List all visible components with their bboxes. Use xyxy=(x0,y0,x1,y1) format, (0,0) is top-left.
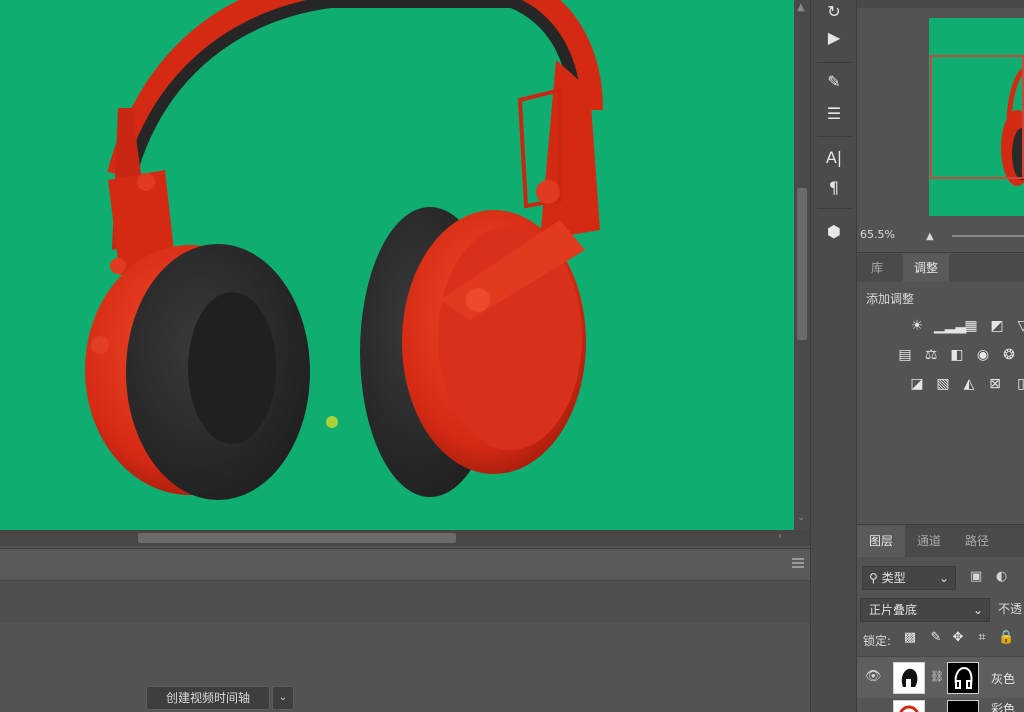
lock-label: 锁定: xyxy=(863,634,892,648)
opacity-label: 不透 xyxy=(998,602,1023,616)
brightness-icon[interactable]: ☀ xyxy=(908,318,926,334)
add-adjustment-label: 添加调整 xyxy=(866,292,915,306)
document-canvas[interactable] xyxy=(0,0,794,530)
character-icon[interactable]: A| xyxy=(821,146,847,170)
chevron-down-icon[interactable]: ⌄ xyxy=(272,686,294,710)
play-action-icon[interactable]: ▶ xyxy=(821,26,847,50)
paragraph-icon[interactable]: ¶ xyxy=(821,176,847,200)
timeline-panel xyxy=(0,548,810,712)
chevron-down-icon: ⌄ xyxy=(972,603,983,617)
adjustments-tab-bar: 库 调整 xyxy=(857,254,1024,282)
gradient-map-icon[interactable]: ⊠ xyxy=(986,376,1004,392)
vibrance-icon[interactable]: ▽ xyxy=(1014,318,1024,334)
timeline-track-area xyxy=(0,580,810,623)
lock-paint-icon[interactable]: ✎ xyxy=(928,630,944,645)
horizontal-scroll-thumb[interactable] xyxy=(138,533,456,543)
navigator-tabs xyxy=(857,0,1024,8)
invert-icon[interactable]: ◪ xyxy=(908,376,926,392)
pixel-layer-filter-icon[interactable]: ▣ xyxy=(970,569,982,584)
canvas-horizontal-scrollbar[interactable]: › xyxy=(0,530,794,546)
timeline-header xyxy=(0,548,810,581)
lock-artboard-icon[interactable]: ⌗ xyxy=(974,630,990,645)
tab-adjustments[interactable]: 调整 xyxy=(903,254,949,282)
layer-thumbnail[interactable] xyxy=(893,662,925,694)
tab-channels[interactable]: 通道 xyxy=(907,525,951,557)
black-white-icon[interactable]: ◧ xyxy=(948,347,966,363)
color-balance-icon[interactable]: ⚖ xyxy=(922,347,940,363)
lock-position-icon[interactable]: ✥ xyxy=(950,630,966,645)
canvas-vertical-scrollbar[interactable]: ▲ ⌄ xyxy=(794,0,810,530)
layer-name[interactable]: 灰色 xyxy=(991,670,1015,687)
headphone-mask-icon xyxy=(954,666,973,689)
layer-row[interactable]: 👁 ⛓ 灰色 xyxy=(857,656,1024,699)
create-video-timeline-button[interactable]: 创建视频时间轴 xyxy=(146,686,270,710)
panel-menu-icon[interactable] xyxy=(792,558,804,568)
history-icon[interactable]: ↻ xyxy=(821,0,847,24)
layer-filter-dropdown[interactable]: ⚲ 类型 ⌄ xyxy=(862,566,956,590)
scroll-right-icon[interactable]: › xyxy=(778,531,782,542)
divider xyxy=(817,62,851,63)
panel-icon-strip: ↻ ▶ ✎ ☰ A| ¶ ⬢ xyxy=(810,0,857,712)
tab-paths[interactable]: 路径 xyxy=(955,525,999,557)
layers-tab-bar: 图层 通道 路径 xyxy=(857,524,1024,557)
zoom-level[interactable]: 65.5% xyxy=(860,228,895,241)
tab-libraries[interactable]: 库 xyxy=(857,254,897,282)
zoom-slider[interactable] xyxy=(952,235,1024,237)
photo-filter-icon[interactable]: ◉ xyxy=(974,347,992,363)
levels-icon[interactable]: ▁▂▃ xyxy=(934,318,966,334)
headphones-image xyxy=(85,0,603,500)
lock-transparency-icon[interactable]: ▩ xyxy=(902,630,918,645)
threshold-icon[interactable]: ◭ xyxy=(960,376,978,392)
layer-mask-thumbnail[interactable] xyxy=(947,700,979,712)
lock-all-icon[interactable]: 🔒 xyxy=(998,630,1014,645)
posterize-icon[interactable]: ▧ xyxy=(934,376,952,392)
divider xyxy=(817,208,851,209)
navigator-preview[interactable] xyxy=(929,18,1024,216)
adjustment-layer-filter-icon[interactable]: ◐ xyxy=(996,569,1007,584)
search-icon: ⚲ xyxy=(869,571,878,585)
exposure-icon[interactable]: ◩ xyxy=(988,318,1006,334)
tab-layers[interactable]: 图层 xyxy=(857,525,905,557)
3d-cube-icon[interactable]: ⬢ xyxy=(821,220,847,244)
blend-mode-dropdown[interactable]: 正片叠底 ⌄ xyxy=(860,598,990,622)
blend-mode-value: 正片叠底 xyxy=(869,603,918,617)
layer-mask-thumbnail[interactable] xyxy=(947,662,979,694)
zoom-out-icon[interactable]: ▲ xyxy=(926,231,934,242)
selective-color-icon[interactable]: ▯ xyxy=(1012,376,1024,392)
headphone-color-icon xyxy=(899,705,919,712)
scroll-up-icon[interactable]: ▲ xyxy=(797,2,805,13)
scroll-corner xyxy=(794,530,810,546)
layer-row[interactable]: 彩色 xyxy=(857,698,1024,712)
headphone-silhouette-icon xyxy=(901,668,918,687)
layer-thumbnail[interactable] xyxy=(893,700,925,712)
divider xyxy=(817,136,851,137)
filter-kind-value: 类型 xyxy=(881,571,906,585)
scroll-down-icon[interactable]: ⌄ xyxy=(797,512,805,523)
hue-saturation-icon[interactable]: ▤ xyxy=(896,347,914,363)
eye-icon[interactable]: 👁 xyxy=(865,669,882,684)
chevron-down-icon: ⌄ xyxy=(938,571,949,585)
link-chain-icon[interactable]: ⛓ xyxy=(930,670,944,683)
navigator-view-rectangle[interactable] xyxy=(930,55,1024,179)
curves-icon[interactable]: ▦ xyxy=(962,318,980,334)
brush-settings-icon[interactable]: ✎ xyxy=(821,70,847,94)
channel-mixer-icon[interactable]: ❂ xyxy=(1000,347,1018,363)
adjust-sliders-icon[interactable]: ☰ xyxy=(821,102,847,126)
vertical-scroll-thumb[interactable] xyxy=(797,188,807,340)
layer-name[interactable]: 彩色 xyxy=(991,700,1015,712)
